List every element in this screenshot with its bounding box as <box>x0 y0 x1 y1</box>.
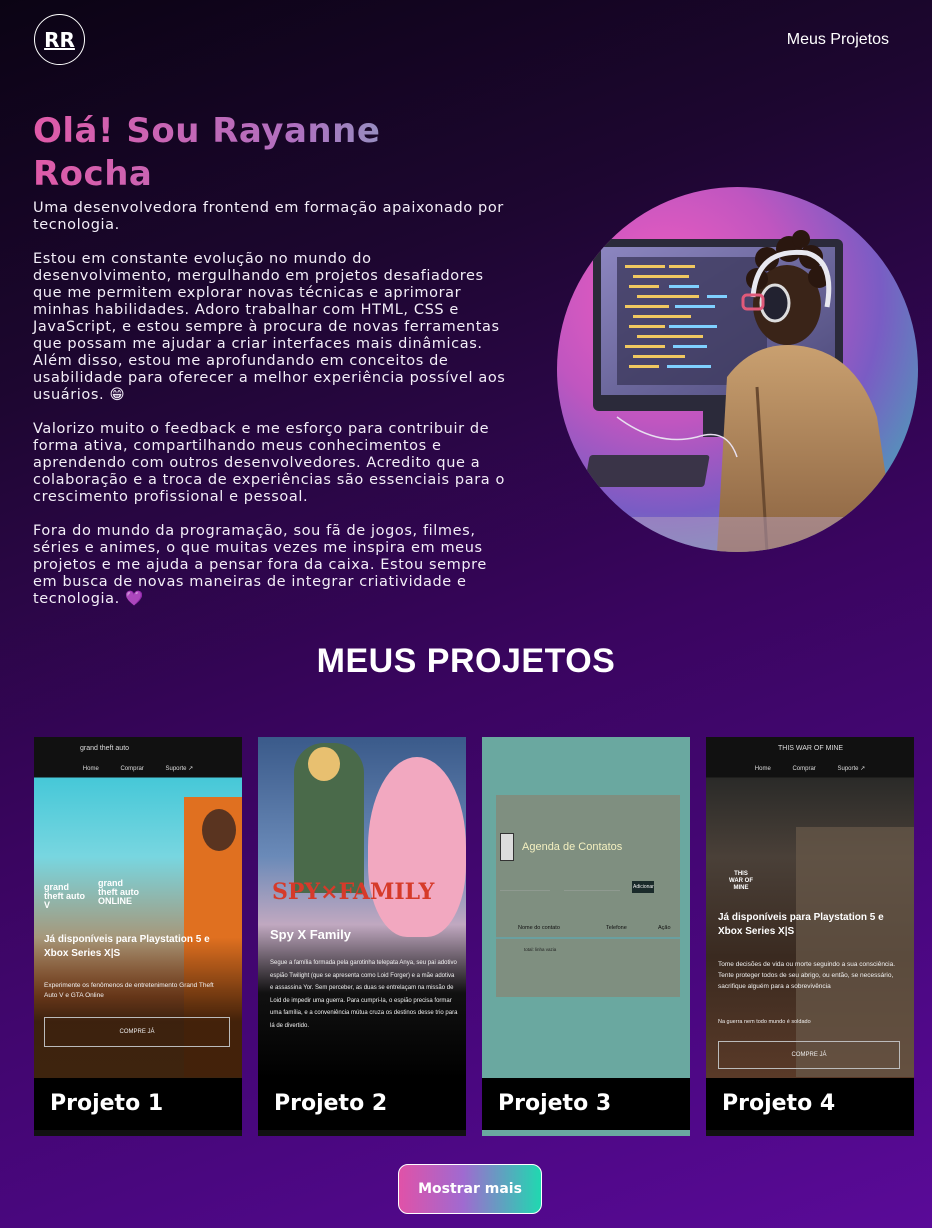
column-header: Ação <box>658 925 671 931</box>
preview-headline: Já disponíveis para Playstation 5 e Xbox… <box>718 912 884 937</box>
gta-online-logo: grand theft auto ONLINE <box>98 878 139 906</box>
project-card-4[interactable]: THIS WAR OF MINE Home Comprar Suporte ↗ … <box>706 737 914 1136</box>
hero-paragraph: Valorizo muito o feedback e me esforço p… <box>33 421 505 505</box>
preview-tagline: Na guerra nem todo mundo é soldado <box>718 1019 811 1025</box>
site-header: RR Meus Projetos <box>0 0 932 84</box>
project-card-2[interactable]: SPY×FAMILY Spy X Family Segue a família … <box>258 737 466 1136</box>
twom-logo: THIS WAR OF MINE <box>729 871 753 891</box>
twom-brand: THIS WAR OF MINE <box>778 745 844 752</box>
mini-nav-link: Home <box>754 766 771 772</box>
nav-link-projects[interactable]: Meus Projetos <box>787 31 889 49</box>
column-header: Telefone <box>606 925 627 931</box>
project-3-preview: Agenda de Contatos Adicionar Nome do con… <box>482 737 690 1078</box>
logo[interactable]: RR <box>34 14 85 65</box>
mini-nav-link: Suporte ↗ <box>837 766 866 772</box>
address-book-icon <box>500 833 514 861</box>
character-art <box>368 757 466 937</box>
mini-nav-link: Comprar <box>120 766 144 772</box>
add-contact-button: Adicionar <box>632 881 654 893</box>
ruined-building-art <box>796 827 914 1077</box>
preview-buy-button: COMPRE JÁ <box>44 1017 230 1047</box>
mini-nav-link: Comprar <box>792 766 816 772</box>
avatar-illustration <box>557 187 918 552</box>
hero-paragraph: Fora do mundo da programação, sou fã de … <box>33 523 487 607</box>
mini-nav-link: Suporte ↗ <box>165 766 194 772</box>
column-header: Nome do contato <box>518 925 560 931</box>
project-card-label: Projeto 4 <box>706 1078 914 1130</box>
project-2-preview: SPY×FAMILY Spy X Family Segue a família … <box>258 737 466 1078</box>
mini-nav-link: Home <box>82 766 99 772</box>
project-card-label: Projeto 1 <box>34 1078 242 1130</box>
projects-section-title: MEUS PROJETOS <box>316 642 616 680</box>
show-more-button[interactable]: Mostrar mais <box>398 1164 542 1214</box>
project-card-label: Projeto 2 <box>258 1078 466 1130</box>
preview-buy-button: COMPRE JÁ <box>718 1041 900 1069</box>
project-card-1[interactable]: grand theft auto Home Comprar Suporte ↗ … <box>34 737 242 1136</box>
preview-headline: Spy X Family <box>270 927 351 942</box>
project-card-3[interactable]: Agenda de Contatos Adicionar Nome do con… <box>482 737 690 1136</box>
contacts-title: Agenda de Contatos <box>522 841 623 853</box>
project-4-preview: THIS WAR OF MINE Home Comprar Suporte ↗ … <box>706 737 914 1078</box>
gta-brand: grand theft auto <box>80 745 130 752</box>
hero-intro: Olá! Sou Rayanne Rocha Uma desenvolvedor… <box>33 110 508 625</box>
gta-v-logo: grand theft auto V <box>44 882 85 910</box>
hero-paragraph: Estou em constante evolução no mundo do … <box>33 251 506 403</box>
name-input <box>500 881 550 891</box>
spy-family-logo: SPY×FAMILY <box>272 879 435 905</box>
preview-body: Tome decisões de vida ou morte seguindo … <box>718 961 896 990</box>
coder-illustration <box>557 230 918 552</box>
preview-headline: Já disponíveis para Playstation 5 e Xbox… <box>44 934 210 959</box>
project-1-preview: grand theft auto Home Comprar Suporte ↗ … <box>34 737 242 1078</box>
preview-body: Experimente os fenômenos de entretenimen… <box>44 982 214 999</box>
contacts-panel: Agenda de Contatos Adicionar Nome do con… <box>496 795 680 997</box>
project-card-label: Projeto 3 <box>482 1078 690 1130</box>
phone-input <box>564 881 620 891</box>
hero-title: Olá! Sou Rayanne Rocha <box>33 110 508 196</box>
preview-body: Segue a família formada pela garotinha t… <box>270 960 458 1029</box>
hero-paragraph: Uma desenvolvedora frontend em formação … <box>33 200 504 233</box>
table-empty-row: total: linha vazia <box>524 947 557 952</box>
